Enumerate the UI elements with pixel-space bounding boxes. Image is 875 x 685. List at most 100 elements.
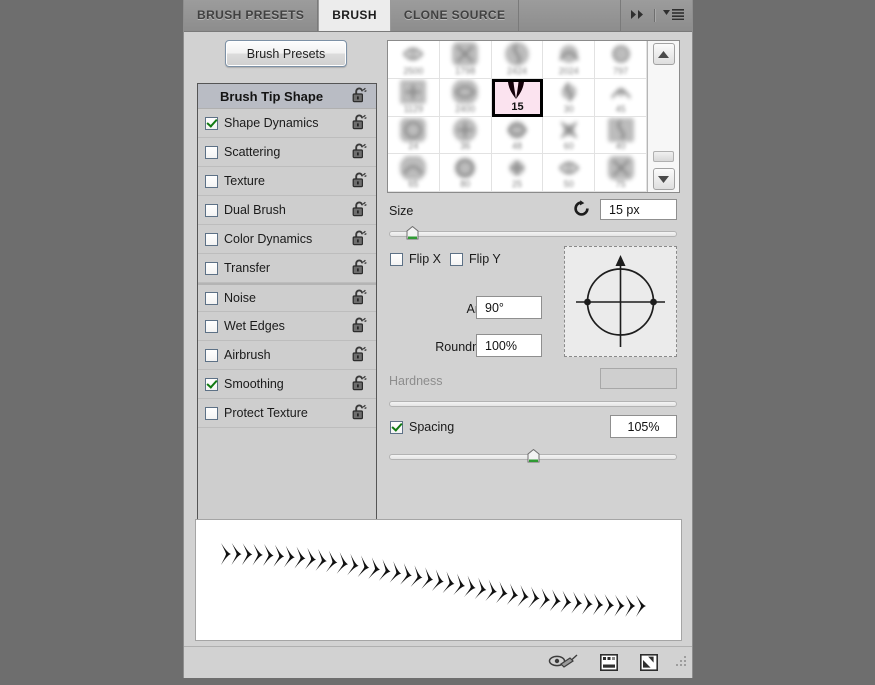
flip-y-checkbox[interactable] [450, 252, 463, 266]
brush-tip-cell[interactable]: 80 [439, 154, 492, 192]
flip-x-control[interactable]: Flip X [390, 252, 441, 266]
brush-tip-cell[interactable]: 65 [388, 154, 440, 192]
spacing-slider[interactable] [389, 448, 677, 463]
brush-tip-cell[interactable]: 1798 [439, 41, 492, 79]
brush-tip-size-label: 75 [615, 179, 626, 189]
option-row-smoothing[interactable]: Smoothing [198, 370, 376, 399]
option-checkbox-noise[interactable] [205, 291, 218, 305]
option-row-texture[interactable]: Texture [198, 167, 376, 196]
brush-tip-cell[interactable]: 50 [543, 154, 596, 192]
brush-tip-cell[interactable]: 24 [388, 116, 440, 155]
option-checkbox-texture[interactable] [205, 174, 218, 188]
unlocked-padlock-icon[interactable] [352, 289, 367, 308]
panel-tab-bar: BRUSH PRESETS BRUSH CLONE SOURCE [184, 0, 692, 32]
brush-tip-cell[interactable]: 48 [491, 116, 544, 155]
flip-y-label: Flip Y [469, 252, 501, 266]
option-checkbox-protect-texture[interactable] [205, 406, 218, 420]
brush-tip-cell[interactable]: 797 [595, 41, 647, 79]
brush-tip-size-label: 80 [460, 179, 471, 189]
scrollbar-track[interactable] [648, 67, 679, 166]
spacing-checkbox[interactable] [390, 420, 403, 434]
option-checkbox-airbrush[interactable] [205, 348, 218, 362]
flip-x-checkbox[interactable] [390, 252, 403, 266]
option-row-wet-edges[interactable]: Wet Edges [198, 312, 376, 341]
tab-brush-presets[interactable]: BRUSH PRESETS [184, 0, 319, 31]
option-checkbox-wet-edges[interactable] [205, 319, 218, 333]
brush-tip-size-label: 65 [408, 179, 419, 189]
tab-clone-source[interactable]: CLONE SOURCE [391, 0, 520, 31]
brush-tip-cell[interactable]: 2424 [491, 41, 544, 79]
flip-x-label: Flip X [409, 252, 441, 266]
option-checkbox-dual-brush[interactable] [205, 203, 218, 217]
option-row-color-dynamics[interactable]: Color Dynamics [198, 225, 376, 254]
option-row-dual-brush[interactable]: Dual Brush [198, 196, 376, 225]
brush-tip-cell[interactable]: 40 [595, 116, 647, 155]
brush-tip-scrollbar[interactable] [647, 41, 679, 192]
size-value: 15 px [609, 202, 640, 217]
option-checkbox-shape-dynamics[interactable] [205, 116, 218, 130]
size-input[interactable]: 15 px [600, 199, 677, 220]
spacing-input[interactable]: 105% [610, 415, 677, 438]
spacing-slider-handle[interactable] [527, 448, 540, 463]
option-rows: Shape Dynamics Scattering Texture Dual Brus… [198, 109, 376, 428]
unlocked-padlock-icon[interactable] [352, 87, 367, 106]
option-checkbox-smoothing[interactable] [205, 377, 218, 391]
unlocked-padlock-icon[interactable] [352, 404, 367, 423]
option-row-transfer[interactable]: Transfer [198, 254, 376, 283]
size-slider[interactable] [389, 225, 677, 240]
brush-tip-cell[interactable]: 2500 [388, 41, 440, 79]
brush-options-list: Brush Tip Shape Shape Dynamics Scattering… [197, 83, 377, 540]
unlocked-padlock-icon[interactable] [352, 346, 367, 365]
option-row-shape-dynamics[interactable]: Shape Dynamics [198, 109, 376, 138]
panel-menu-icon[interactable] [663, 7, 684, 25]
brush-tip-cell[interactable]: 2400 [439, 78, 492, 117]
unlocked-padlock-icon[interactable] [352, 143, 367, 162]
option-row-noise[interactable]: Noise [198, 283, 376, 312]
angle-input[interactable]: 90° [476, 296, 542, 319]
brush-tip-cell-selected[interactable]: 15 [491, 78, 544, 117]
toggle-live-tip-brush-icon[interactable] [548, 653, 578, 676]
option-row-protect-texture[interactable]: Protect Texture [198, 399, 376, 428]
roundness-input[interactable]: 100% [476, 334, 542, 357]
option-checkbox-transfer[interactable] [205, 261, 218, 275]
unlocked-padlock-icon[interactable] [352, 375, 367, 394]
unlocked-padlock-icon[interactable] [352, 317, 367, 336]
unlocked-padlock-icon[interactable] [352, 201, 367, 220]
brush-tip-size-label: 25 [511, 179, 522, 189]
brush-tip-size-label: 40 [615, 141, 626, 152]
option-header-brush-tip-shape[interactable]: Brush Tip Shape [198, 84, 376, 109]
open-preset-manager-icon[interactable] [600, 653, 618, 676]
option-row-scattering[interactable]: Scattering [198, 138, 376, 167]
create-new-brush-icon[interactable] [640, 653, 658, 676]
resize-grip-icon[interactable] [674, 656, 687, 674]
reset-arrow-icon[interactable] [573, 200, 590, 222]
unlocked-padlock-icon[interactable] [352, 259, 367, 278]
size-slider-handle[interactable] [406, 225, 419, 240]
brush-tip-cell[interactable]: 75 [595, 154, 647, 192]
option-checkbox-color-dynamics[interactable] [205, 232, 218, 246]
flip-y-control[interactable]: Flip Y [450, 252, 501, 266]
tab-brush[interactable]: BRUSH [318, 0, 391, 31]
option-row-airbrush[interactable]: Airbrush [198, 341, 376, 370]
brush-tip-cell[interactable]: 45 [595, 78, 647, 117]
angle-roundness-dial[interactable] [564, 246, 677, 357]
brush-tip-cell[interactable]: 1129 [388, 78, 440, 117]
spacing-label: Spacing [409, 420, 455, 434]
angle-value: 90° [485, 300, 504, 315]
option-checkbox-scattering[interactable] [205, 145, 218, 159]
brush-tip-cell[interactable]: 36 [439, 116, 492, 155]
brush-presets-button[interactable]: Brush Presets [225, 40, 347, 67]
brush-tip-cell[interactable]: 25 [491, 154, 544, 192]
unlocked-padlock-icon[interactable] [352, 114, 367, 133]
scroll-up-button[interactable] [652, 43, 675, 65]
scrollbar-thumb[interactable] [653, 151, 674, 162]
option-label: Scattering [224, 145, 281, 159]
brush-tip-cell[interactable]: 30 [543, 78, 596, 117]
unlocked-padlock-icon[interactable] [352, 230, 367, 249]
brush-tip-cell[interactable]: 60 [543, 116, 596, 155]
double-chevron-right-icon[interactable] [630, 7, 647, 25]
spacing-control[interactable]: Spacing [390, 420, 454, 434]
unlocked-padlock-icon[interactable] [352, 172, 367, 191]
scroll-down-button[interactable] [652, 168, 675, 190]
brush-tip-cell[interactable]: 2024 [543, 41, 596, 79]
